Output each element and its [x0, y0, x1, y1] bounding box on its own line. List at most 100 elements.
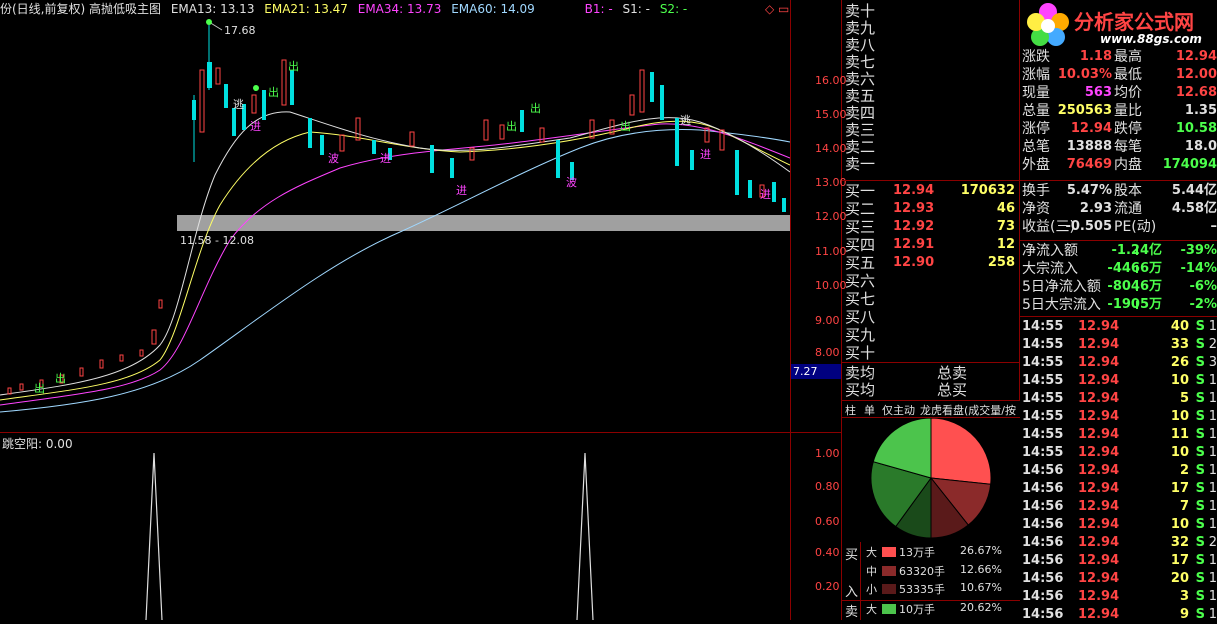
- quote-value: 10.58: [1176, 120, 1217, 138]
- quote-label: 现量: [1022, 84, 1050, 102]
- sell-level[interactable]: 卖二: [845, 138, 1017, 156]
- quote-label: 涨跌: [1022, 48, 1050, 66]
- buy-level[interactable]: 买十: [845, 344, 1017, 362]
- kline-chart[interactable]: 份(日线,前复权) 高抛低吸主图 EMA13: 13.13 EMA21: 13.…: [0, 0, 790, 432]
- tick-side: S: [1196, 606, 1205, 624]
- buy-level[interactable]: 买七: [845, 290, 1017, 308]
- tab-longhu[interactable]: 龙虎看盘(成交量/按: [920, 402, 1016, 418]
- buy-level[interactable]: 买六: [845, 272, 1017, 290]
- tick-row[interactable]: 14:5512.9440S1: [1022, 318, 1217, 336]
- tick-extra: 1: [1209, 552, 1217, 570]
- tick-extra: 2: [1209, 534, 1217, 552]
- tick-row[interactable]: 14:5612.943S1: [1022, 588, 1217, 606]
- tick-row[interactable]: 14:5612.9410S1: [1022, 516, 1217, 534]
- tab-single[interactable]: 单: [864, 402, 875, 418]
- book-divider: [842, 362, 1020, 363]
- tick-side: S: [1196, 318, 1205, 336]
- tick-row[interactable]: 14:5512.9410S1: [1022, 444, 1217, 462]
- quote-value: -0.505: [1065, 218, 1112, 236]
- fund-pct: -14%: [1180, 260, 1217, 278]
- spike-2: [577, 453, 593, 620]
- indicator-pane[interactable]: 跳空阳: 0.00: [0, 433, 790, 620]
- tick-side: S: [1196, 480, 1205, 498]
- tick-row[interactable]: 14:5512.9426S3: [1022, 354, 1217, 372]
- tick-volume: 40: [1171, 318, 1189, 336]
- tick-row[interactable]: 14:5512.9411S1: [1022, 426, 1217, 444]
- sell-level[interactable]: 卖十: [845, 2, 1017, 20]
- sell-level[interactable]: 卖五: [845, 87, 1017, 105]
- tick-side: S: [1196, 426, 1205, 444]
- flow-tabs: 柱 单 仅主动 龙虎看盘(成交量/按: [842, 400, 1020, 418]
- quote-label: 换手: [1022, 182, 1050, 200]
- ema60-line: [0, 130, 790, 412]
- indicator-tick: 0.60: [815, 515, 840, 528]
- tick-volume: 9: [1180, 606, 1189, 624]
- tab-bar[interactable]: 柱: [845, 402, 856, 418]
- quote-value: 12.68: [1176, 84, 1217, 102]
- buy-level[interactable]: 买五12.90258: [845, 254, 1017, 272]
- tick-row[interactable]: 14:5612.942S1: [1022, 462, 1217, 480]
- tick-row[interactable]: 14:5612.949S1: [1022, 606, 1217, 624]
- tick-row[interactable]: 14:5512.9410S1: [1022, 372, 1217, 390]
- tick-volume: 10: [1171, 372, 1189, 390]
- buy-level[interactable]: 买一12.94170632: [845, 182, 1017, 200]
- legend-row: 卖 大 10万手 20.62%: [842, 601, 1020, 619]
- legend-amount: 13万手: [899, 544, 935, 560]
- tick-row[interactable]: 14:5612.9417S1: [1022, 480, 1217, 498]
- quote-label: 每笔: [1114, 138, 1142, 156]
- buy-level[interactable]: 买二12.9346: [845, 200, 1017, 218]
- price-tick: 8.00: [815, 346, 840, 359]
- sell-level[interactable]: 卖七: [845, 53, 1017, 71]
- buy-level[interactable]: 买四12.9112: [845, 236, 1017, 254]
- tick-row[interactable]: 14:5512.945S1: [1022, 390, 1217, 408]
- signal-dot: [253, 85, 259, 91]
- quote-value: 12.00: [1176, 66, 1217, 84]
- legend-size: 大: [866, 601, 877, 617]
- tick-side: S: [1196, 390, 1205, 408]
- tick-row[interactable]: 14:5512.9410S1: [1022, 408, 1217, 426]
- buy-level[interactable]: 买九: [845, 326, 1017, 344]
- tick-time: 14:56: [1022, 588, 1063, 606]
- quote-value: 563: [1085, 84, 1112, 102]
- tick-row[interactable]: 14:5612.9420S1: [1022, 570, 1217, 588]
- tick-time: 14:56: [1022, 552, 1063, 570]
- tick-side: S: [1196, 336, 1205, 354]
- signal-chu: 出: [620, 118, 631, 134]
- sell-level[interactable]: 卖三: [845, 121, 1017, 139]
- sell-level[interactable]: 卖八: [845, 36, 1017, 54]
- sell-level[interactable]: 卖六: [845, 70, 1017, 88]
- tick-volume: 11: [1171, 426, 1189, 444]
- tick-row[interactable]: 14:5612.947S1: [1022, 498, 1217, 516]
- tick-row[interactable]: 14:5612.9417S1: [1022, 552, 1217, 570]
- tab-active-only[interactable]: 仅主动: [882, 402, 915, 418]
- sell-level[interactable]: 卖九: [845, 19, 1017, 37]
- tick-volume: 10: [1171, 444, 1189, 462]
- ema34-line: [0, 124, 790, 405]
- quote-value: 5.47%: [1067, 182, 1112, 200]
- ticks-divider: [1020, 316, 1217, 317]
- funds-divider: [1020, 240, 1217, 241]
- signal-chu: 出: [506, 118, 517, 134]
- quote-value: 1.18: [1080, 48, 1112, 66]
- quote-value: 174094: [1163, 156, 1217, 174]
- buy-level[interactable]: 买三12.9273: [845, 218, 1017, 236]
- sell-level[interactable]: 卖一: [845, 155, 1017, 173]
- legend-size: 小: [866, 581, 877, 597]
- buy-level[interactable]: 买八: [845, 308, 1017, 326]
- tick-extra: 1: [1209, 516, 1217, 534]
- tick-price: 12.94: [1078, 426, 1119, 444]
- signal-tao: 逃: [233, 96, 244, 112]
- fund-row: 大宗流入-4466万-14%: [1022, 260, 1217, 278]
- quote-row: 净资2.93流通4.58亿: [1022, 200, 1217, 218]
- signal-chu: 出: [288, 58, 299, 74]
- signal-jin: 进: [456, 182, 467, 198]
- tick-row[interactable]: 14:5612.9432S2: [1022, 534, 1217, 552]
- tick-row[interactable]: 14:5512.9433S2: [1022, 336, 1217, 354]
- spike-1: [146, 453, 162, 620]
- quote-value: 12.94: [1176, 48, 1217, 66]
- ema21-line: [0, 121, 790, 400]
- quote-label: 总笔: [1022, 138, 1050, 156]
- fund-label: 大宗流入: [1022, 260, 1078, 278]
- sell-level[interactable]: 卖四: [845, 104, 1017, 122]
- quote-row: 换手5.47%股本5.44亿: [1022, 182, 1217, 200]
